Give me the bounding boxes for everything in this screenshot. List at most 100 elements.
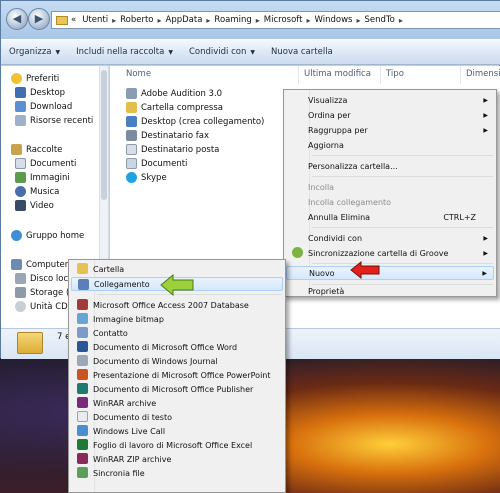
menu-item-share-with[interactable]: Condividi con ▶: [286, 231, 494, 245]
breadcrumb-separator[interactable]: ▸: [399, 16, 403, 25]
documents-icon: [15, 158, 26, 169]
new-item-sync[interactable]: Sincronia file: [71, 466, 283, 480]
new-folder-button[interactable]: Nuova cartella: [263, 40, 341, 64]
list-item[interactable]: Destinatario fax: [126, 129, 209, 142]
list-item[interactable]: Cartella compressa: [126, 101, 223, 114]
menu-item-undo-delete[interactable]: Annulla Elimina CTRL+Z: [286, 210, 494, 224]
access-icon: [77, 299, 88, 310]
mail-icon: [126, 144, 137, 155]
skype-icon: [126, 172, 137, 183]
list-item[interactable]: Desktop (crea collegamento): [126, 115, 264, 128]
menu-item-sort-by[interactable]: Ordina per ▶: [286, 108, 494, 122]
include-in-library-button[interactable]: Includi nella raccolta ▼: [68, 40, 181, 64]
breadcrumb-sendto[interactable]: SendTo: [364, 15, 394, 25]
menu-item-paste-shortcut[interactable]: Incolla collegamento: [286, 195, 494, 209]
forward-button[interactable]: ▶: [28, 8, 50, 30]
menu-item-refresh[interactable]: Aggiorna: [286, 138, 494, 152]
submenu-arrow-icon: ▶: [483, 249, 488, 257]
nav-downloads[interactable]: Download: [15, 100, 72, 113]
menu-item-properties[interactable]: Proprietà: [286, 286, 494, 297]
menu-item-groove-sync[interactable]: Sincronizzazione cartella di Groove ▶: [286, 246, 494, 260]
chevron-down-icon: ▼: [250, 48, 255, 56]
cd-drive-icon: [15, 301, 26, 312]
desktop-shortcut-icon: [126, 116, 137, 127]
nav-video[interactable]: Video: [15, 199, 54, 212]
new-item-contact[interactable]: Contatto: [71, 326, 283, 340]
new-item-winrar[interactable]: WinRAR archive: [71, 396, 283, 410]
new-item-powerpoint[interactable]: Presentazione di Microsoft Office PowerP…: [71, 368, 283, 382]
new-item-text[interactable]: Documento di testo: [71, 410, 283, 424]
scrollbar-thumb[interactable]: [101, 70, 107, 200]
music-icon: [15, 186, 26, 197]
nav-computer[interactable]: Computer: [11, 258, 68, 271]
breadcrumb-separator[interactable]: ▸: [206, 16, 210, 25]
breadcrumb-separator[interactable]: ▸: [306, 16, 310, 25]
column-separator[interactable]: [460, 66, 461, 84]
menu-item-customize-folder[interactable]: Personalizza cartella...: [286, 159, 494, 173]
nav-cd-drive[interactable]: Unità CD: [15, 300, 68, 313]
audition-folder-icon: [126, 88, 137, 99]
organize-button[interactable]: Organizza ▼: [1, 40, 68, 64]
menu-item-group-by[interactable]: Raggruppa per ▶: [286, 123, 494, 137]
winrar-zip-icon: [77, 453, 88, 464]
nav-favorites[interactable]: Preferiti: [11, 72, 59, 85]
breadcrumb-appdata[interactable]: AppData: [166, 15, 203, 25]
new-item-bitmap[interactable]: Immagine bitmap: [71, 312, 283, 326]
new-item-journal[interactable]: Documento di Windows Journal: [71, 354, 283, 368]
list-item[interactable]: Adobe Audition 3.0: [126, 87, 222, 100]
nav-local-disk[interactable]: Disco loc: [15, 272, 68, 285]
nav-music[interactable]: Musica: [15, 185, 59, 198]
list-item[interactable]: Destinatario posta: [126, 143, 219, 156]
breadcrumb-users[interactable]: Utenti: [82, 15, 108, 25]
breadcrumb-roberto[interactable]: Roberto: [120, 15, 153, 25]
sync-icon: [77, 467, 88, 478]
new-item-live-call[interactable]: Windows Live Call: [71, 424, 283, 438]
nav-desktop[interactable]: Desktop: [15, 86, 65, 99]
nav-recent[interactable]: Risorse recenti: [15, 114, 93, 127]
shortcut-icon: [78, 279, 89, 290]
nav-homegroup[interactable]: Gruppo home: [11, 229, 84, 242]
desktop-icon: [15, 87, 26, 98]
menu-item-new[interactable]: Nuovo ▶: [286, 266, 494, 280]
menu-separator: [312, 284, 493, 285]
column-separator[interactable]: [380, 66, 381, 84]
new-item-winrar-zip[interactable]: WinRAR ZIP archive: [71, 452, 283, 466]
column-size[interactable]: Dimensio: [466, 69, 500, 79]
breadcrumb-separator[interactable]: ▸: [256, 16, 260, 25]
chevron-down-icon: ▼: [55, 48, 61, 56]
folder-icon: [17, 332, 43, 354]
nav-images[interactable]: Immagini: [15, 171, 70, 184]
menu-item-view[interactable]: Visualizza ▶: [286, 93, 494, 107]
breadcrumb-roaming[interactable]: Roaming: [214, 15, 251, 25]
list-item[interactable]: Skype: [126, 171, 167, 184]
nav-documents[interactable]: Documenti: [15, 157, 76, 170]
submenu-arrow-icon: ▶: [483, 111, 488, 119]
zip-folder-icon: [126, 102, 137, 113]
new-item-word[interactable]: Documento di Microsoft Office Word: [71, 340, 283, 354]
breadcrumb-windows[interactable]: Windows: [315, 15, 353, 25]
back-button[interactable]: ◀: [6, 8, 28, 30]
recent-places-icon: [15, 115, 26, 126]
new-item-access[interactable]: Microsoft Office Access 2007 Database: [71, 298, 283, 312]
new-item-excel[interactable]: Foglio di lavoro di Microsoft Office Exc…: [71, 438, 283, 452]
breadcrumb-separator[interactable]: ▸: [157, 16, 161, 25]
menu-item-paste[interactable]: Incolla: [286, 180, 494, 194]
contact-icon: [77, 327, 88, 338]
address-bar[interactable]: « Utenti ▸ Roberto ▸ AppData ▸ Roaming ▸…: [51, 11, 500, 29]
list-item[interactable]: Documenti: [126, 157, 187, 170]
breadcrumb-separator[interactable]: ▸: [112, 16, 116, 25]
breadcrumb-separator[interactable]: ▸: [356, 16, 360, 25]
command-bar: Organizza ▼ Includi nella raccolta ▼ Condi…: [1, 39, 500, 65]
column-type[interactable]: Tipo: [386, 69, 404, 79]
nav-storage[interactable]: Storage (: [15, 286, 69, 299]
breadcrumb-overflow[interactable]: «: [71, 15, 76, 25]
column-separator[interactable]: [298, 66, 299, 84]
column-modified[interactable]: Ultima modifica: [304, 69, 371, 79]
breadcrumb-microsoft[interactable]: Microsoft: [264, 15, 303, 25]
share-with-button[interactable]: Condividi con ▼: [181, 40, 263, 64]
new-item-publisher[interactable]: Documento di Microsoft Office Publisher: [71, 382, 283, 396]
green-arrow-icon: [160, 274, 194, 296]
nav-libraries[interactable]: Raccolte: [11, 143, 62, 156]
column-name[interactable]: Nome: [126, 69, 151, 79]
publisher-icon: [77, 383, 88, 394]
